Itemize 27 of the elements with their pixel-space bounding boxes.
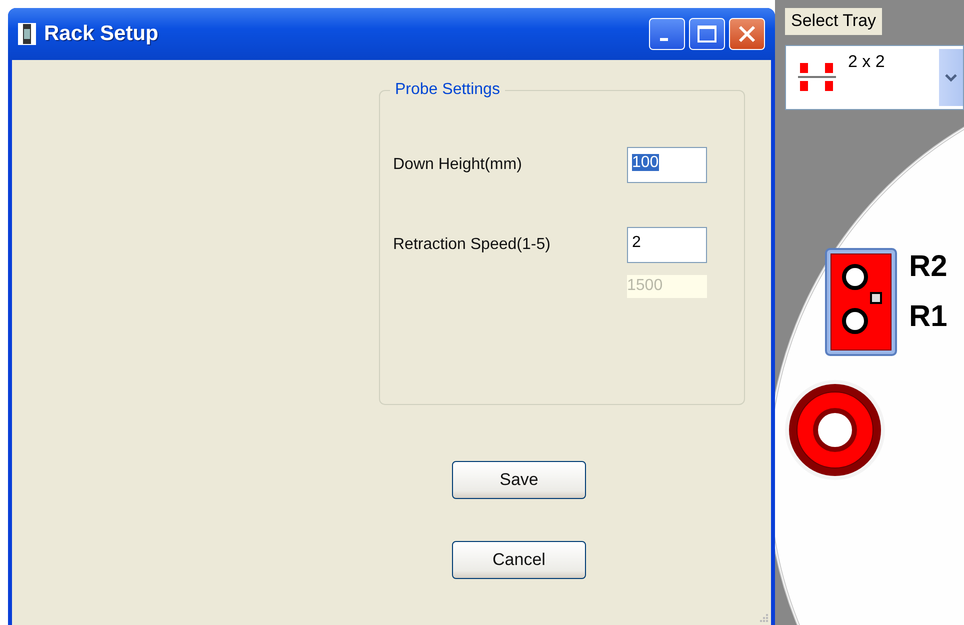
- minimize-icon: [660, 38, 668, 40]
- close-button[interactable]: [729, 18, 765, 50]
- tray-grid-icon: [798, 60, 836, 94]
- tray-label: Select Tray: [785, 8, 882, 35]
- rack-slot-label: R2: [909, 250, 948, 284]
- rack-slot-label: R1: [909, 300, 948, 334]
- close-icon: [737, 24, 757, 44]
- group-title: Probe Settings: [390, 81, 505, 99]
- chevron-down-icon: [945, 74, 957, 82]
- field-label: Retraction Speed(1-5): [393, 236, 552, 254]
- window-title: Rack Setup: [44, 22, 160, 46]
- tray-value: 2 x 2: [848, 52, 886, 72]
- minimize-button[interactable]: [649, 18, 685, 50]
- field-label: Down Height(mm): [393, 156, 523, 174]
- maximize-icon: [697, 25, 717, 43]
- maximize-button[interactable]: [689, 18, 725, 50]
- dialog-button[interactable]: Cancel: [452, 541, 586, 579]
- readout-field: 1500: [627, 275, 707, 298]
- dialog-button[interactable]: Save: [452, 461, 586, 499]
- ring-drawing[interactable]: [783, 378, 887, 482]
- rack-app-icon: [18, 23, 36, 45]
- input-field[interactable]: 100: [627, 147, 707, 183]
- input-field[interactable]: 2: [627, 227, 707, 263]
- tray-dropdown[interactable]: 2 x 2: [785, 45, 964, 110]
- dropdown-button[interactable]: [939, 49, 963, 106]
- resize-grip-icon[interactable]: [759, 613, 769, 623]
- rack-drawing[interactable]: [825, 248, 897, 356]
